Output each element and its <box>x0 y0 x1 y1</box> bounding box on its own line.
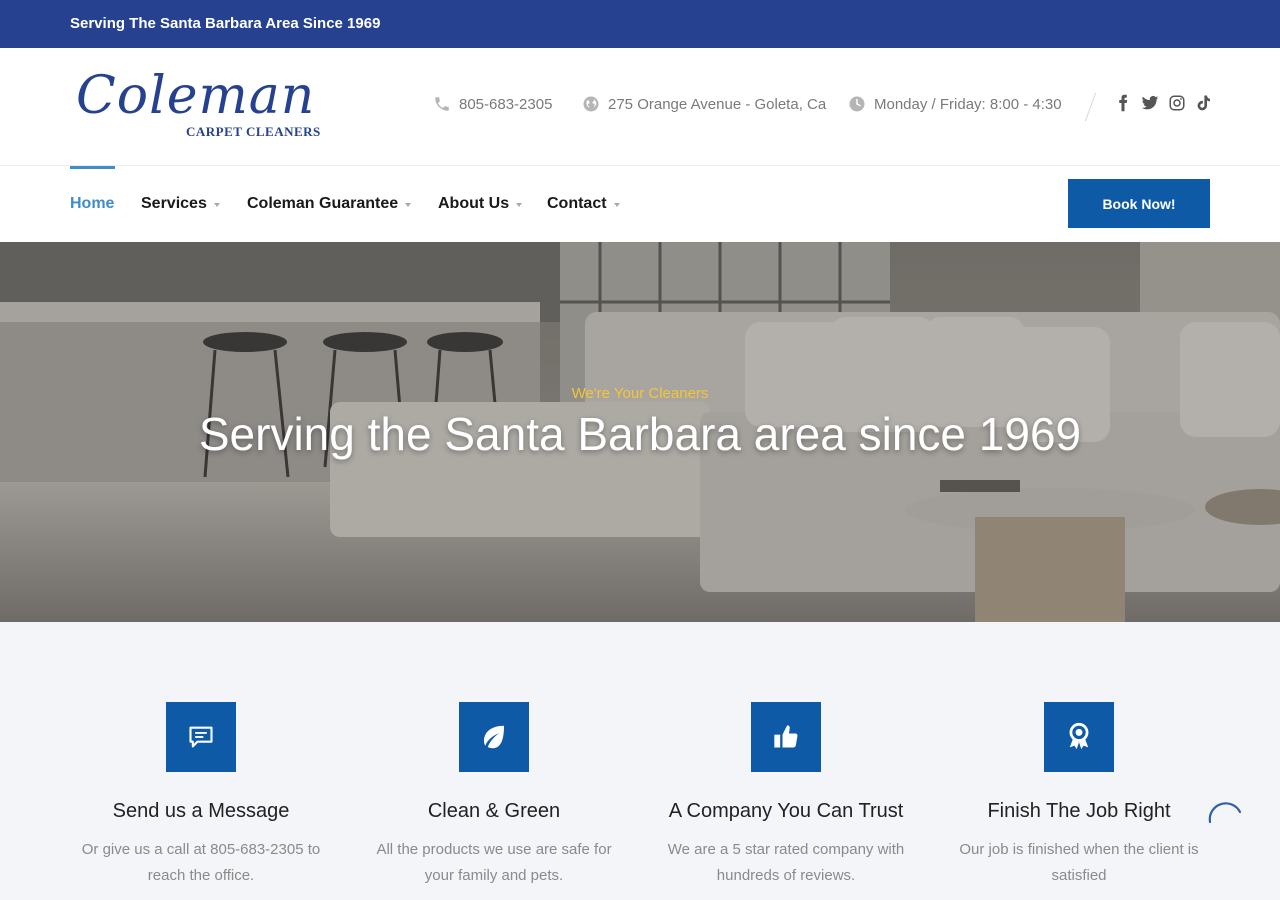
features-section: Send us a Message Or give us a call at 8… <box>0 622 1280 900</box>
chevron-down-icon <box>213 203 220 207</box>
nav-about-label: About Us <box>438 195 510 212</box>
feature-text: Our job is finished when the client is s… <box>959 841 1199 884</box>
hero-kicker: We're Your Cleaners <box>571 385 709 402</box>
book-now-button[interactable]: Book Now! <box>1068 179 1210 228</box>
logo-script-text: Coleman <box>76 66 316 126</box>
loading-spinner-icon <box>1208 802 1242 824</box>
feature-card: Send us a Message Or give us a call at 8… <box>51 702 351 889</box>
top-bar: Serving The Santa Barbara Area Since 196… <box>0 0 1280 48</box>
tiktok-icon[interactable] <box>1195 94 1213 112</box>
feature-icon-box <box>166 702 236 772</box>
feature-text: Or give us a call at 805-683-2305 to rea… <box>81 841 321 884</box>
globe-icon <box>583 96 599 112</box>
phone-number: 805-683-2305 <box>459 95 553 113</box>
feature-icon-box <box>459 702 529 772</box>
feature-title: Send us a Message <box>112 800 290 822</box>
site-logo[interactable]: Coleman CARPET CLEANERS <box>76 66 321 146</box>
header-address: 275 Orange Avenue - Goleta, Ca <box>582 95 826 113</box>
feature-title: Clean & Green <box>427 800 561 822</box>
hours-text: Monday / Friday: 8:00 - 4:30 <box>874 95 1062 113</box>
clock-icon <box>849 96 865 112</box>
header-hours: Monday / Friday: 8:00 - 4:30 <box>848 95 1062 113</box>
hero-banner: We're Your Cleaners Serving the Santa Ba… <box>0 242 1280 622</box>
feature-card: A Company You Can Trust We are a 5 star … <box>636 702 936 889</box>
feature-text: All the products we use are safe for you… <box>376 841 612 884</box>
nav-contact[interactable]: Contact <box>547 195 620 213</box>
nav-coleman-guarantee[interactable]: Coleman Guarantee <box>247 195 412 213</box>
nav-home-label: Home <box>70 195 115 212</box>
active-indicator <box>70 166 115 169</box>
chevron-down-icon <box>613 203 620 207</box>
feature-icon-box <box>751 702 821 772</box>
nav-contact-label: Contact <box>547 195 607 212</box>
address-text: 275 Orange Avenue - Goleta, Ca <box>608 95 827 113</box>
nav-services[interactable]: Services <box>141 195 220 213</box>
logo-subtitle: CARPET CLEANERS <box>186 124 321 139</box>
topbar-tagline: Serving The Santa Barbara Area Since 196… <box>70 15 381 32</box>
leaf-icon <box>484 725 504 749</box>
message-icon <box>189 726 213 748</box>
feature-text: We are a 5 star rated company with hundr… <box>667 841 905 884</box>
hero-title: Serving the Santa Barbara area since 196… <box>198 408 1082 460</box>
feature-title: Finish The Job Right <box>987 800 1171 822</box>
instagram-icon[interactable] <box>1168 94 1186 112</box>
nav-home[interactable]: Home <box>70 195 114 213</box>
nav-guarantee-label: Coleman Guarantee <box>247 195 399 212</box>
facebook-icon[interactable] <box>1114 94 1132 112</box>
feature-card: Finish The Job Right Our job is finished… <box>929 702 1229 889</box>
chevron-down-icon <box>405 203 412 207</box>
nav-about-us[interactable]: About Us <box>438 195 523 213</box>
nav-services-label: Services <box>141 195 207 212</box>
feature-title: A Company You Can Trust <box>668 800 904 822</box>
award-icon <box>1069 722 1089 750</box>
phone-icon <box>435 97 449 111</box>
feature-card: Clean & Green All the products we use ar… <box>344 702 644 889</box>
main-nav: Home Services Coleman Guarantee About Us… <box>0 166 1280 242</box>
feature-icon-box <box>1044 702 1114 772</box>
social-links <box>1114 94 1213 112</box>
header-phone[interactable]: 805-683-2305 <box>433 95 552 113</box>
twitter-icon[interactable] <box>1141 94 1159 112</box>
thumbs-up-icon <box>774 725 798 748</box>
chevron-down-icon <box>516 203 523 207</box>
header-divider <box>1084 92 1097 122</box>
site-header: Coleman CARPET CLEANERS 805-683-2305 275… <box>0 48 1280 166</box>
